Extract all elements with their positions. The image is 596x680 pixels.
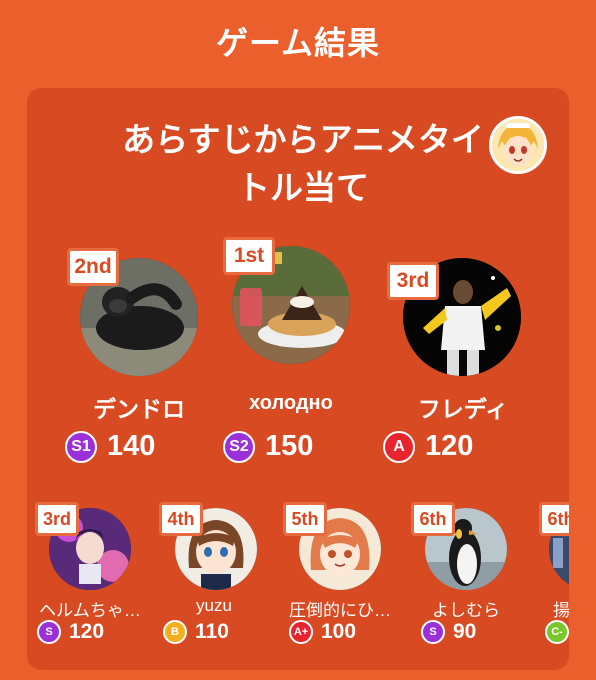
score-value: 120 xyxy=(69,620,105,643)
score-row: B 110 xyxy=(163,620,229,644)
grade-badge: A xyxy=(383,430,415,463)
player-name: yuzu xyxy=(196,596,232,615)
score-value: 100 xyxy=(321,620,357,643)
score-value: 90 xyxy=(453,620,477,643)
score-value: 140 xyxy=(107,430,156,462)
quiz-author-avatar[interactable] xyxy=(489,116,547,174)
player-name: よしむら xyxy=(432,601,500,620)
rank-badge: 5th xyxy=(283,502,327,536)
score-row: A 120 xyxy=(383,430,473,463)
player-name: ヘルムちゃ… xyxy=(39,601,141,620)
rank-badge: 1st xyxy=(223,237,275,275)
rank-badge: 2nd xyxy=(67,248,119,286)
score-row: S1 140 xyxy=(65,430,155,463)
rank-badge: 3rd xyxy=(387,262,439,300)
grade-badge: A+ xyxy=(289,620,313,644)
results-card: あらすじからアニメタイトル当て 2nd 1st 3rd デンドロ холодно… xyxy=(27,88,569,670)
rank-badge: 3rd xyxy=(35,502,79,536)
player-name: デンドロ xyxy=(93,396,185,422)
quiz-title: あらすじからアニメタイトル当て xyxy=(122,120,484,207)
rank-badge: 6th xyxy=(539,502,569,536)
grade-badge: B xyxy=(163,620,187,644)
grade-badge: S1 xyxy=(65,430,97,463)
score-row: S 90 xyxy=(421,620,476,644)
grade-badge: C- xyxy=(545,620,569,644)
score-value: 110 xyxy=(195,620,229,643)
page-title: ゲーム結果 xyxy=(215,24,381,62)
grade-badge: S2 xyxy=(223,430,255,463)
player-name: 揚 xyxy=(553,601,569,620)
player-name: フレディ xyxy=(417,396,509,422)
score-row: S2 150 xyxy=(223,430,313,463)
rank-badge: 6th xyxy=(411,502,455,536)
grade-badge: S xyxy=(421,620,445,644)
rank-badge: 4th xyxy=(159,502,203,536)
player-name: 圧倒的にひ… xyxy=(289,601,391,620)
score-row: A+ 100 xyxy=(289,620,356,644)
score-row: C- xyxy=(545,620,569,644)
score-value: 150 xyxy=(265,430,314,462)
score-value: 120 xyxy=(425,430,474,462)
player-name: холодно xyxy=(249,392,333,414)
score-row: S 120 xyxy=(37,620,104,644)
grade-badge: S xyxy=(37,620,61,644)
